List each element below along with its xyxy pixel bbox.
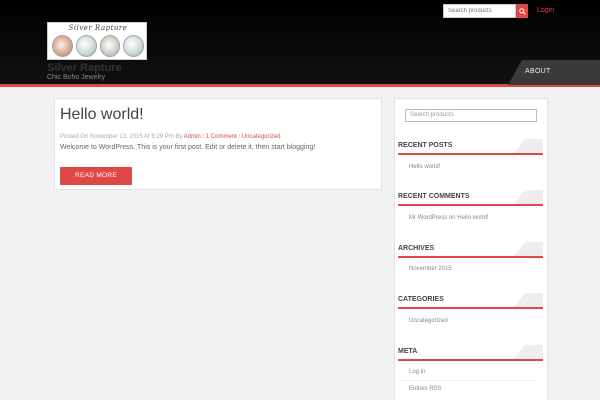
- post-title[interactable]: Hello world!: [60, 106, 144, 124]
- widget-heading-recent-comments: RECENT COMMENTS: [398, 190, 543, 206]
- nav-item-label: ABOUT: [525, 68, 551, 75]
- meta-login-link[interactable]: Log in: [409, 369, 425, 375]
- header-search-form: [443, 4, 528, 18]
- post-excerpt: Welcome to WordPress. This is your first…: [60, 144, 316, 151]
- widget-title: CATEGORIES: [398, 296, 444, 303]
- header-search-input[interactable]: [443, 4, 516, 18]
- widget-title: ARCHIVES: [398, 245, 435, 252]
- post-meta-prefix: Posted On November 13, 2015 At 8:29 Pm B…: [60, 134, 183, 140]
- sidebar: Search products RECENT POSTS Hello world…: [394, 98, 548, 400]
- post-category-link[interactable]: Uncategorized: [242, 134, 281, 140]
- logo-jewelry-images: [52, 35, 144, 57]
- post-comments-link[interactable]: 1 Comment: [206, 134, 237, 140]
- search-icon: [518, 7, 526, 15]
- comment-post-link[interactable]: Hello world!: [457, 215, 488, 221]
- nav-item-about[interactable]: ABOUT: [508, 60, 600, 85]
- post-author-link[interactable]: Admin: [184, 134, 201, 140]
- site-title[interactable]: Silver Rapture: [47, 62, 122, 74]
- widget-title: META: [398, 348, 418, 355]
- widget-heading-categories: CATEGORIES: [398, 293, 543, 309]
- logo-script-text: Silver Rapture: [68, 24, 128, 32]
- meta-divider: [401, 380, 537, 381]
- widget-title: RECENT POSTS: [398, 142, 453, 149]
- recent-post-link[interactable]: Hello world!: [409, 164, 440, 170]
- comment-on-text: on: [447, 215, 458, 221]
- post-card: Hello world! Posted On November 13, 2015…: [54, 98, 382, 190]
- widget-title: RECENT COMMENTS: [398, 193, 470, 200]
- widget-heading-archives: ARCHIVES: [398, 242, 543, 258]
- sidebar-search-input[interactable]: Search products: [405, 109, 537, 122]
- recent-comment-item: Mr WordPress on Hello world!: [409, 215, 489, 221]
- post-meta: Posted On November 13, 2015 At 8:29 Pm B…: [60, 134, 281, 140]
- comment-author-link[interactable]: Mr WordPress: [409, 215, 447, 221]
- site-tagline: Chic Boho Jewelry: [47, 74, 105, 81]
- header-search-button[interactable]: [516, 4, 528, 18]
- meta-entries-rss-link[interactable]: Entries RSS: [409, 386, 442, 392]
- site-logo[interactable]: Silver Rapture: [47, 22, 147, 60]
- widget-heading-meta: META: [398, 345, 543, 361]
- login-link[interactable]: Login: [537, 7, 554, 14]
- read-more-button[interactable]: READ MORE: [60, 167, 132, 185]
- category-link[interactable]: Uncategorized: [409, 318, 448, 324]
- archive-link[interactable]: November 2015: [409, 266, 452, 272]
- widget-heading-recent-posts: RECENT POSTS: [398, 139, 543, 155]
